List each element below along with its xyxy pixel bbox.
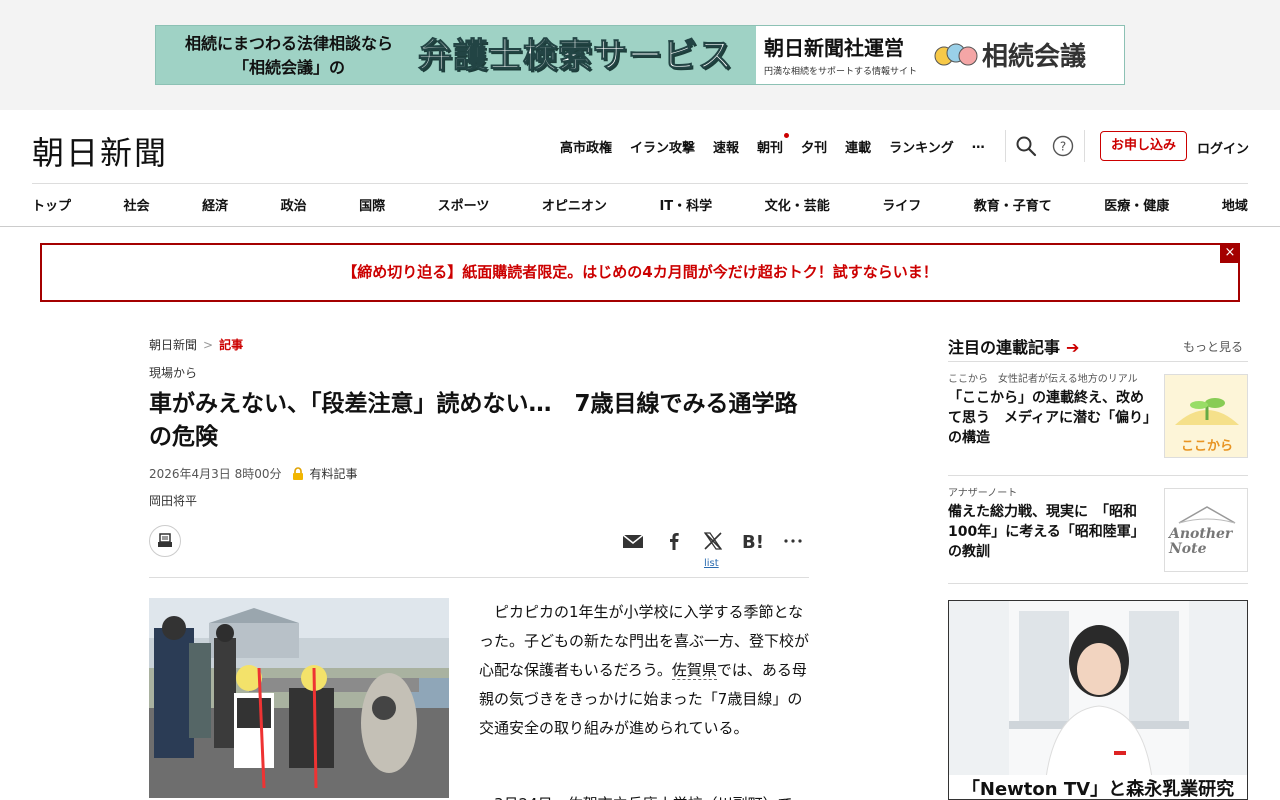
more-menu-button[interactable]: … <box>972 137 985 157</box>
chevron-right-icon: > <box>203 338 214 352</box>
article-title: 車がみえない、「段差注意」読めない… 7歳目線でみる通学路の危険 <box>149 391 798 450</box>
search-icon[interactable] <box>1015 135 1037 157</box>
topnav-label: 朝刊 <box>757 141 784 156</box>
header-separator <box>1084 130 1085 162</box>
category-item[interactable]: 社会 <box>124 195 150 214</box>
ad-band: 相続にまつわる法律相談なら 「相続会議」の 弁護士検索サービス 朝日新聞社運営 … <box>0 0 1280 110</box>
subscribe-button[interactable]: お申し込み <box>1100 131 1187 161</box>
topnav-item[interactable]: 連載 <box>845 137 871 157</box>
sidebar-kicker: ここから 女性記者が伝える地方のリアル <box>948 374 1138 385</box>
category-item[interactable]: 教育・子育て <box>974 195 1052 214</box>
sidebar-article[interactable]: ここから 女性記者が伝える地方のリアル 「ここから」の連載終え、改めて思う メデ… <box>948 373 1248 458</box>
category-item[interactable]: 経済 <box>202 195 228 214</box>
sidebar-more-link[interactable]: もっと見る <box>1183 338 1243 355</box>
breadcrumb-current: 記事 <box>219 338 244 352</box>
ad-banner[interactable]: 相続にまつわる法律相談なら 「相続会議」の 弁護士検索サービス 朝日新聞社運営 … <box>155 25 1125 85</box>
category-item[interactable]: ライフ <box>882 195 921 214</box>
divider <box>0 226 1280 227</box>
divider <box>948 361 1248 362</box>
article-body: ピカピカの1年生が小学校に入学する季節となった。子どもの新たな門出を喜ぶ一方、登… <box>479 598 809 743</box>
category-item[interactable]: 国際 <box>359 195 385 214</box>
topnav-item[interactable]: 高市政権 <box>560 137 612 157</box>
category-item[interactable]: 地域 <box>1222 195 1248 214</box>
ad-operator: 朝日新聞社運営 <box>764 36 904 60</box>
sidebar-thumb: ここから <box>1164 374 1248 458</box>
facebook-icon[interactable] <box>663 530 685 552</box>
sidebar-thumb-label: ここから <box>1180 439 1233 454</box>
ad-line1: 相続にまつわる法律相談なら <box>184 34 393 53</box>
topnav-item[interactable]: 夕刊 <box>801 137 827 157</box>
mail-icon[interactable] <box>622 530 644 552</box>
sidebar-title: 「ここから」の連載終え、改めて思う メディアに潜む「偏り」の構造 <box>948 390 1151 446</box>
sidebar-heading[interactable]: 注目の連載記事 ➔ <box>948 334 1079 358</box>
divider <box>149 577 809 578</box>
print-button[interactable] <box>149 525 181 557</box>
list-link[interactable]: list <box>704 558 719 569</box>
faces-logo-icon <box>934 43 978 66</box>
category-item[interactable]: 政治 <box>281 195 307 214</box>
sidebar-title: 備えた総力戦、現実に 「昭和100年」に考える「昭和陸軍」の教訓 <box>948 504 1145 560</box>
svg-text:B!: B! <box>742 532 764 552</box>
promo-close-button[interactable]: × <box>1220 243 1240 263</box>
ad-operator-sub: 円満な相続をサポートする情報サイト <box>764 67 918 77</box>
sidebar-thumb-label: Another Note <box>1169 526 1233 557</box>
site-logo[interactable]: 朝日新聞 <box>32 128 168 174</box>
breadcrumb: 朝日新聞 > 記事 <box>149 336 243 353</box>
ad-operator-panel: 朝日新聞社運営 円満な相続をサポートする情報サイト 相続会議 <box>756 26 1124 84</box>
login-link[interactable]: ログイン <box>1197 138 1249 157</box>
photo-illustration <box>149 598 449 798</box>
promo-banner[interactable]: 【締め切り迫る】紙面購読者限定。はじめの4カ月間が今だけ超おトク！試すならいま！ <box>40 243 1240 302</box>
top-nav: 高市政権 イラン攻撃 速報 朝刊 夕刊 連載 ランキング … <box>560 133 1003 157</box>
topnav-item[interactable]: イラン攻撃 <box>630 137 695 157</box>
ad-brand: 相続会議 <box>982 42 1087 72</box>
ad-line2: 「相続会議」の <box>232 58 345 77</box>
sidebar-ad[interactable]: 「Newton TV」と森永乳業研究 <box>948 600 1248 800</box>
more-share-icon[interactable] <box>782 530 804 552</box>
lock-icon <box>292 467 303 480</box>
article-body-2: 3月24日、佐賀市立兵庫小学校（川副町）で <box>479 790 809 800</box>
x-twitter-icon[interactable] <box>702 530 724 552</box>
sidebar-kicker: アナザーノート <box>948 488 1018 499</box>
ad-photo <box>949 601 1247 799</box>
print-icon <box>158 533 172 547</box>
hatena-bookmark-icon[interactable]: B! <box>742 530 764 552</box>
category-item[interactable]: トップ <box>32 195 71 214</box>
category-item[interactable]: スポーツ <box>438 195 490 214</box>
article-date: 2026年4月3日 8時00分 <box>149 467 282 481</box>
divider <box>948 475 1248 476</box>
topnav-item-morning[interactable]: 朝刊 <box>757 133 790 157</box>
article-photo[interactable] <box>149 598 449 798</box>
help-icon[interactable]: ? <box>1052 135 1074 157</box>
ad-headline: 弁護士検索サービス <box>418 36 733 77</box>
category-nav: トップ 社会 経済 政治 国際 スポーツ オピニオン IT・科学 文化・芸能 ラ… <box>32 195 1248 214</box>
breadcrumb-home[interactable]: 朝日新聞 <box>149 338 197 352</box>
category-item[interactable]: IT・科学 <box>659 195 712 214</box>
arrow-right-icon: ➔ <box>1066 338 1080 357</box>
sidebar-ad-caption: 「Newton TV」と森永乳業研究 <box>949 775 1247 799</box>
category-item[interactable]: オピニオン <box>542 195 607 214</box>
topnav-item[interactable]: ランキング <box>889 137 954 157</box>
article-meta: 2026年4月3日 8時00分 有料記事 <box>149 465 358 482</box>
paid-badge: 有料記事 <box>309 467 358 481</box>
divider <box>32 183 1248 184</box>
category-item[interactable]: 文化・芸能 <box>765 195 830 214</box>
article-series[interactable]: 現場から <box>149 364 197 381</box>
svg-text:?: ? <box>1060 140 1066 154</box>
new-dot-icon <box>784 133 790 138</box>
header-separator <box>1005 130 1006 162</box>
article-author[interactable]: 岡田将平 <box>149 492 197 509</box>
divider <box>948 583 1248 584</box>
topic-link-saga[interactable]: 佐賀県 <box>671 661 717 680</box>
category-item[interactable]: 医療・健康 <box>1104 195 1169 214</box>
topnav-item[interactable]: 速報 <box>713 137 739 157</box>
ad-left-text: 相続にまつわる法律相談なら 「相続会議」の <box>164 32 414 80</box>
sidebar-thumb: Another Note <box>1164 488 1248 572</box>
sidebar-article[interactable]: アナザーノート 備えた総力戦、現実に 「昭和100年」に考える「昭和陸軍」の教訓… <box>948 487 1248 572</box>
sidebar-heading-text: 注目の連載記事 <box>948 338 1061 357</box>
